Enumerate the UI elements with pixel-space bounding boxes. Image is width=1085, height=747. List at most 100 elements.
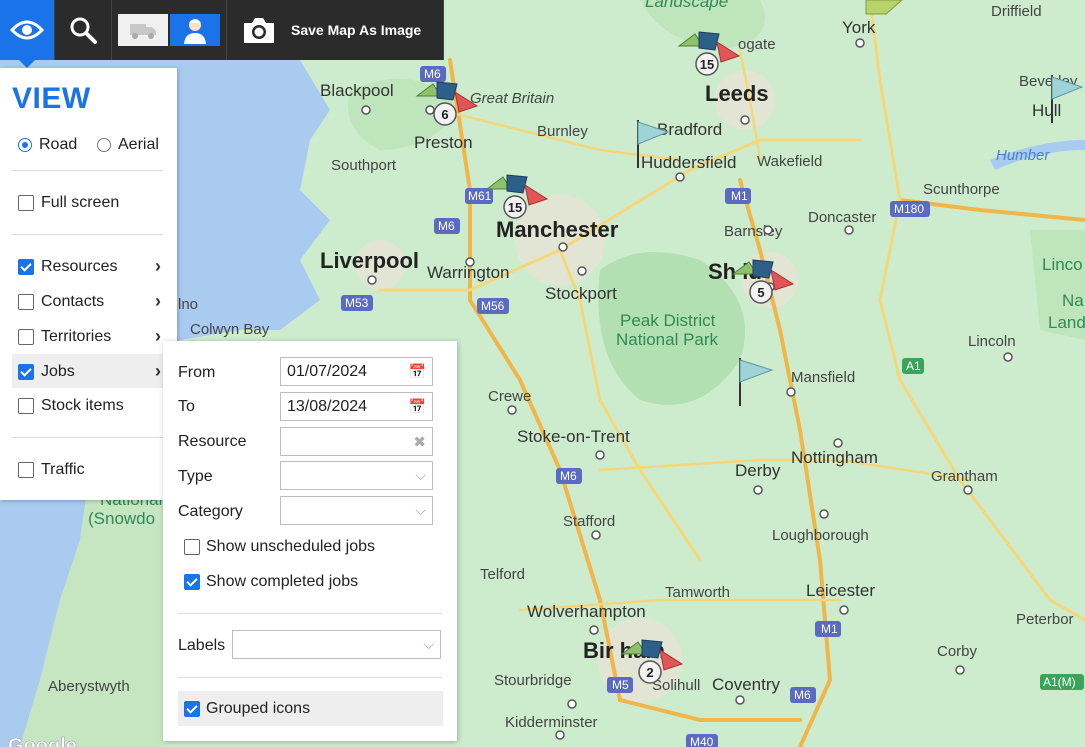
layer-territories[interactable]: Territories <box>18 328 111 346</box>
city-leicester: Leicester <box>806 581 875 600</box>
city-grantham: Grantham <box>931 468 998 485</box>
city-stafford: Stafford <box>563 513 615 530</box>
park-lincs-2: Na <box>1062 291 1084 310</box>
full-screen-checkbox[interactable] <box>18 195 34 211</box>
chevron-down-icon: ⌵ <box>415 467 426 483</box>
calendar-icon[interactable]: 📅 <box>409 398 426 415</box>
road-badge: M6 <box>424 67 441 81</box>
label-great-britain: Great Britain <box>470 90 554 107</box>
view-button[interactable] <box>0 0 55 60</box>
layer-stock-items[interactable]: Stock items <box>18 397 124 415</box>
grouped-icons-option[interactable]: Grouped icons <box>184 700 310 718</box>
traffic-option[interactable]: Traffic <box>18 461 85 479</box>
road-badge: M61 <box>468 189 492 203</box>
city-preston: Preston <box>414 133 473 152</box>
search-button[interactable] <box>55 0 112 60</box>
resource-field[interactable]: ✖ <box>280 427 433 456</box>
person-icon <box>184 19 206 44</box>
city-blackpool: Blackpool <box>320 81 394 100</box>
unscheduled-option[interactable]: Show unscheduled jobs <box>184 538 375 556</box>
territories-chevron-icon[interactable]: › <box>155 326 161 347</box>
type-select[interactable]: ⌵ <box>280 461 433 490</box>
layer-resources[interactable]: Resources <box>18 258 117 276</box>
city-manchester: Manchester <box>496 217 619 242</box>
resource-label: Resource <box>178 433 247 450</box>
city-burnley: Burnley <box>537 123 588 140</box>
divider <box>12 170 163 171</box>
view-pointer <box>17 58 37 68</box>
road-badge: M6 <box>560 469 577 483</box>
resources-checkbox[interactable] <box>18 259 34 275</box>
completed-checkbox[interactable] <box>184 574 200 590</box>
stock-items-checkbox[interactable] <box>18 398 34 414</box>
city-harrogate: ogate <box>738 36 776 53</box>
resource-toggle[interactable] <box>112 0 227 60</box>
eye-icon <box>10 20 44 40</box>
city-coventry: Coventry <box>712 675 781 694</box>
calendar-icon[interactable]: 📅 <box>409 363 426 380</box>
city-peterborough: Peterbor <box>1016 611 1074 628</box>
territories-checkbox[interactable] <box>18 329 34 345</box>
full-screen-option[interactable]: Full screen <box>18 194 119 212</box>
road-badge: M6 <box>794 688 811 702</box>
from-date-field[interactable]: 01/07/2024 📅 <box>280 357 433 386</box>
city-corby: Corby <box>937 643 978 660</box>
aerial-radio[interactable] <box>97 138 111 152</box>
stock-items-label: Stock items <box>41 397 124 414</box>
completed-option[interactable]: Show completed jobs <box>184 573 358 591</box>
aerial-label: Aerial <box>118 136 159 153</box>
road-badge: M1 <box>821 622 838 636</box>
city-bradford: Bradford <box>657 120 722 139</box>
city-telford: Telford <box>480 566 525 583</box>
city-hull: Hull <box>1032 101 1061 120</box>
from-label: From <box>178 364 216 381</box>
contacts-chevron-icon[interactable]: › <box>155 291 161 312</box>
layer-jobs[interactable]: Jobs <box>18 363 75 381</box>
unscheduled-checkbox[interactable] <box>184 539 200 555</box>
resources-label: Resources <box>41 258 118 275</box>
road-badge: M6 <box>438 219 455 233</box>
labels-label: Labels <box>178 637 226 654</box>
labels-select[interactable]: ⌵ <box>232 630 441 659</box>
jobs-checkbox[interactable] <box>18 364 34 380</box>
full-screen-label: Full screen <box>41 194 120 211</box>
to-date-field[interactable]: 13/08/2024 📅 <box>280 392 433 421</box>
view-panel: VIEW Road Aerial Full screen Resources ›… <box>0 68 177 500</box>
park-peak-1: Peak District <box>620 311 716 330</box>
search-icon <box>70 17 97 44</box>
clear-icon[interactable]: ✖ <box>413 433 426 451</box>
resources-chevron-icon[interactable]: › <box>155 256 161 277</box>
category-select[interactable]: ⌵ <box>280 496 433 525</box>
city-tamworth: Tamworth <box>665 584 730 601</box>
territories-label: Territories <box>41 328 112 345</box>
city-crewe: Crewe <box>488 388 531 405</box>
jobs-chevron-icon[interactable]: › <box>155 361 161 382</box>
people-toggle[interactable] <box>170 14 220 46</box>
contacts-checkbox[interactable] <box>18 294 34 310</box>
divider <box>178 613 442 614</box>
chevron-down-icon: ⌵ <box>423 636 434 652</box>
cluster-count: 6 <box>441 107 448 122</box>
chevron-down-icon: ⌵ <box>415 502 426 518</box>
completed-label: Show completed jobs <box>206 573 359 590</box>
city-driffield: Driffield <box>991 3 1042 20</box>
maptype-road[interactable]: Road <box>18 136 77 154</box>
layer-contacts[interactable]: Contacts <box>18 293 104 311</box>
city-leeds: Leeds <box>705 81 769 106</box>
save-map-label: Save Map As Image <box>291 22 422 38</box>
city-nottingham: Nottingham <box>791 448 878 467</box>
city-derby: Derby <box>735 461 781 480</box>
grouped-icons-checkbox[interactable] <box>184 701 200 717</box>
road-badge: M56 <box>481 299 505 313</box>
road-badge: M40 <box>690 735 714 747</box>
grouped-icons-label: Grouped icons <box>206 700 311 717</box>
park-peak-2: National Park <box>616 330 719 349</box>
road-label: Road <box>39 136 78 153</box>
traffic-checkbox[interactable] <box>18 462 34 478</box>
maptype-aerial[interactable]: Aerial <box>97 136 159 154</box>
city-stockport: Stockport <box>545 284 617 303</box>
road-radio[interactable] <box>18 138 32 152</box>
vehicle-toggle[interactable] <box>118 14 168 46</box>
save-map-button[interactable]: Save Map As Image <box>227 0 444 60</box>
road-badge: M5 <box>612 678 629 692</box>
